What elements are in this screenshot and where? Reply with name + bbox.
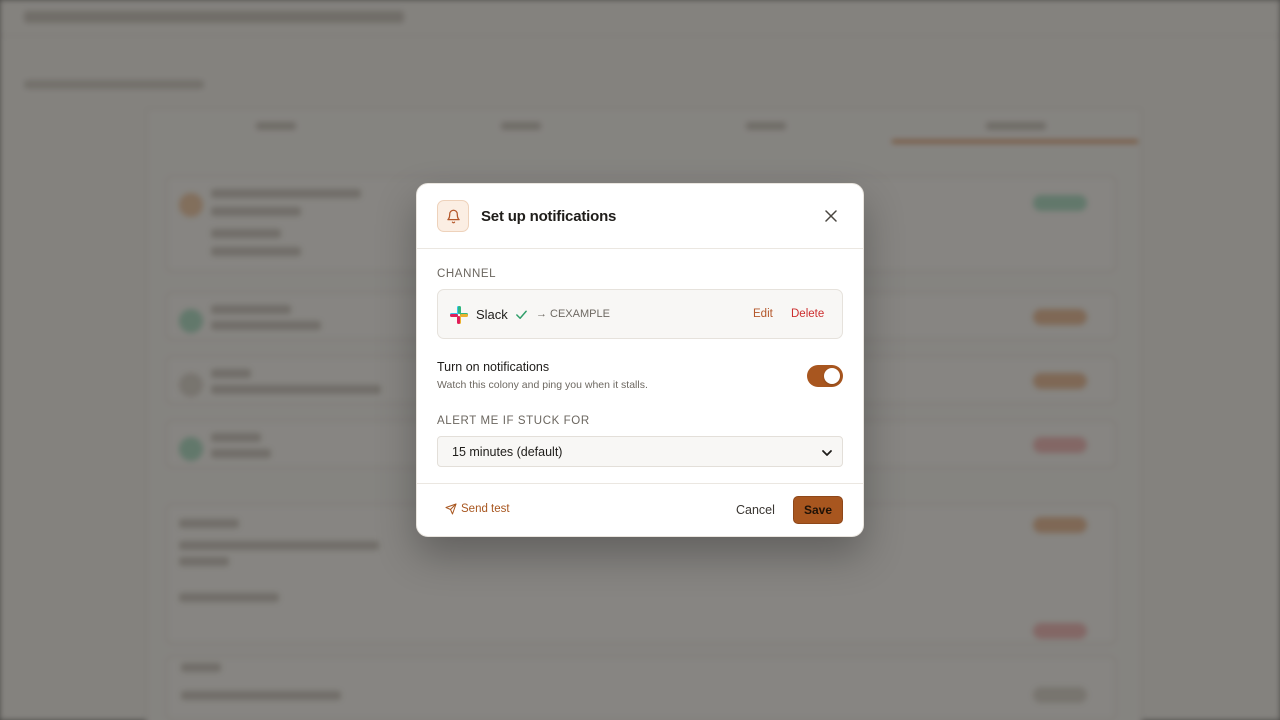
notifications-modal: Set up notifications CHANNEL Slack → CEXA… [416,183,864,537]
stuck-duration-select[interactable]: 15 minutes (default) [437,436,843,467]
check-icon [516,310,527,319]
slack-logo-icon [450,306,468,324]
bell-icon [437,200,469,232]
delete-channel-button[interactable]: Delete [791,308,824,320]
close-icon[interactable] [823,208,839,224]
channel-target: → CEXAMPLE [536,308,610,320]
send-test-button[interactable]: Send test [445,503,510,515]
notifications-toggle[interactable] [807,365,843,387]
toggle-knob [824,368,840,384]
channel-section-label: CHANNEL [437,268,497,280]
modal-title: Set up notifications [481,208,617,225]
notifications-toggle-title: Turn on notifications [437,360,550,374]
save-button[interactable]: Save [793,496,843,524]
channel-card: Slack → CEXAMPLE Edit Delete [437,289,843,339]
send-icon [445,503,457,515]
chevron-down-icon [822,450,832,456]
cancel-button[interactable]: Cancel [736,503,775,517]
channel-target-label: CEXAMPLE [550,308,610,320]
notifications-toggle-description: Watch this colony and ping you when it s… [437,379,648,391]
alert-section-label: ALERT ME IF STUCK FOR [437,415,590,427]
modal-header: Set up notifications [417,184,863,249]
edit-channel-button[interactable]: Edit [753,308,773,320]
modal-footer: Send test Cancel Save [417,483,863,536]
channel-provider: Slack [476,307,508,322]
arrow-right-icon: → [536,308,547,320]
send-test-label: Send test [461,503,510,515]
stuck-duration-value: 15 minutes (default) [452,445,563,459]
